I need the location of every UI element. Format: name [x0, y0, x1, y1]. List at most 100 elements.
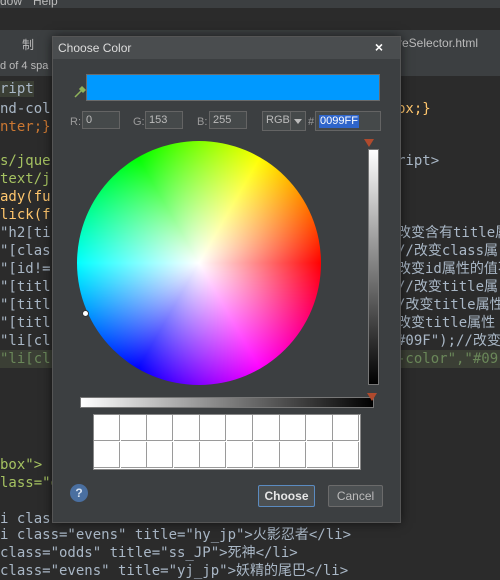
color-swatch[interactable]	[147, 442, 174, 468]
opacity-slider[interactable]	[80, 397, 374, 408]
code-text: 改变id属性的值不	[397, 261, 500, 277]
code-text: /改变title属性	[397, 297, 500, 313]
opacity-slider-thumb[interactable]	[367, 393, 377, 401]
choose-color-dialog: Choose Color × R: 0 G: 153 B: 255 RGB # …	[52, 36, 401, 523]
code-text: //改变class属	[397, 243, 499, 259]
menu-item-window[interactable]: dow	[0, 0, 22, 8]
code-line: box">	[0, 456, 42, 474]
chevron-down-icon[interactable]	[290, 112, 305, 130]
color-mode-select[interactable]: RGB	[262, 111, 306, 131]
g-label: G:	[133, 116, 145, 128]
cancel-button[interactable]: Cancel	[328, 485, 383, 507]
hash-label: #	[308, 116, 315, 128]
color-swatch[interactable]	[227, 415, 253, 441]
code-text: #09F");//改变	[397, 333, 500, 349]
code-text: i class="evens" title="hy_jp">火影忍者</li>	[0, 527, 352, 543]
brightness-slider-thumb[interactable]	[364, 139, 374, 147]
code-line: ady(fu	[0, 188, 51, 206]
color-swatch[interactable]	[227, 442, 253, 468]
code-line: s/jque ript>	[0, 152, 439, 170]
g-field[interactable]: 153	[145, 111, 183, 129]
color-swatch[interactable]	[94, 415, 120, 441]
code-text: "li[cl	[0, 351, 51, 367]
color-swatch[interactable]	[253, 415, 280, 441]
code-line: "[titl //改变title属	[0, 278, 498, 296]
color-swatch[interactable]	[147, 415, 174, 441]
code-text: nter;}	[0, 119, 51, 135]
color-wheel[interactable]	[77, 141, 321, 385]
color-swatch[interactable]	[120, 442, 147, 468]
code-text: class="evens" title="yj_jp">妖精的尾巴</li>	[0, 563, 349, 579]
code-text: ript>	[397, 153, 440, 169]
menu-bar: dow Help	[0, 0, 500, 8]
code-line: class="odds" title="ss_JP">死神</li>	[0, 544, 298, 562]
code-text: i class	[0, 511, 60, 527]
color-swatch[interactable]	[306, 442, 333, 468]
brightness-slider[interactable]	[368, 149, 379, 385]
code-text: "[titl	[0, 315, 51, 331]
color-swatch[interactable]	[173, 442, 200, 468]
code-line: "h2[ti 改变含有title属	[0, 224, 500, 242]
editor-tab-right[interactable]: reSelector.html	[398, 36, 478, 50]
color-swatch[interactable]	[333, 442, 360, 468]
code-text: "[id!=	[0, 261, 51, 277]
b-field[interactable]: 255	[209, 111, 247, 129]
dialog-titlebar[interactable]: Choose Color ×	[53, 37, 400, 59]
code-line: "[id!= 改变id属性的值不	[0, 260, 500, 278]
code-text: nd-col	[0, 101, 51, 117]
hex-field[interactable]: 0099FF	[315, 111, 381, 131]
code-line: ript	[0, 80, 34, 98]
code-text: lass="o	[0, 475, 60, 491]
code-text: //改变title属	[397, 279, 499, 295]
info-text: d of 4 spa	[0, 60, 49, 72]
code-line: "[clas //改变class属	[0, 242, 498, 260]
code-text: 改变title属性	[397, 315, 496, 331]
color-picker-icon[interactable]	[73, 85, 87, 99]
code-text: "[clas	[0, 243, 51, 259]
color-swatch[interactable]	[173, 415, 200, 441]
color-swatch[interactable]	[280, 415, 307, 441]
color-swatch[interactable]	[306, 415, 333, 441]
code-text: "[titl	[0, 297, 51, 313]
color-swatch[interactable]	[200, 442, 227, 468]
choose-button[interactable]: Choose	[258, 485, 315, 507]
code-line: text/j	[0, 170, 51, 188]
code-text: -color","#09	[397, 351, 499, 367]
code-line: lass="o	[0, 474, 59, 492]
color-swatch[interactable]	[253, 442, 280, 468]
recent-colors-grid	[93, 414, 361, 470]
code-text: "[titl	[0, 279, 51, 295]
code-text: ady(fu	[0, 189, 51, 205]
color-swatch[interactable]	[94, 442, 120, 468]
color-swatch[interactable]	[120, 415, 147, 441]
b-label: B:	[197, 116, 208, 128]
color-preview	[86, 74, 380, 101]
help-icon[interactable]: ?	[70, 484, 88, 502]
menu-item-help[interactable]: Help	[33, 0, 58, 8]
hex-value: 0099FF	[319, 115, 359, 128]
editor-tab-left[interactable]: 制	[22, 36, 34, 53]
r-label: R:	[70, 116, 81, 128]
color-mode-value: RGB	[266, 114, 290, 126]
code-line: i class="evens" title="hy_jp">火影忍者</li>	[0, 526, 351, 544]
color-swatch[interactable]	[333, 415, 360, 441]
code-text: s/jque	[0, 153, 51, 169]
wheel-selection-marker[interactable]	[82, 310, 89, 317]
code-text: lick(f	[0, 207, 51, 223]
code-line: class="evens" title="yj_jp">妖精的尾巴</li>	[0, 562, 348, 580]
color-swatch[interactable]	[280, 442, 307, 468]
code-line: "li[cl #09F");//改变	[0, 332, 500, 350]
color-swatch[interactable]	[200, 415, 227, 441]
code-text: box">	[0, 457, 43, 473]
close-icon[interactable]: ×	[370, 39, 388, 55]
code-line: nd-col px;}	[0, 100, 431, 118]
code-text: "h2[ti	[0, 225, 51, 241]
dialog-title: Choose Color	[58, 41, 132, 55]
r-field[interactable]: 0	[82, 111, 120, 129]
code-line: nter;}	[0, 118, 51, 136]
code-text: 改变含有title属	[397, 225, 500, 241]
code-text: px;}	[397, 101, 431, 117]
code-text: "li[cl	[0, 333, 51, 349]
code-text: class="odds" title="ss_JP">死神</li>	[0, 545, 298, 561]
code-line: "[titl/改变title属性	[0, 296, 500, 314]
